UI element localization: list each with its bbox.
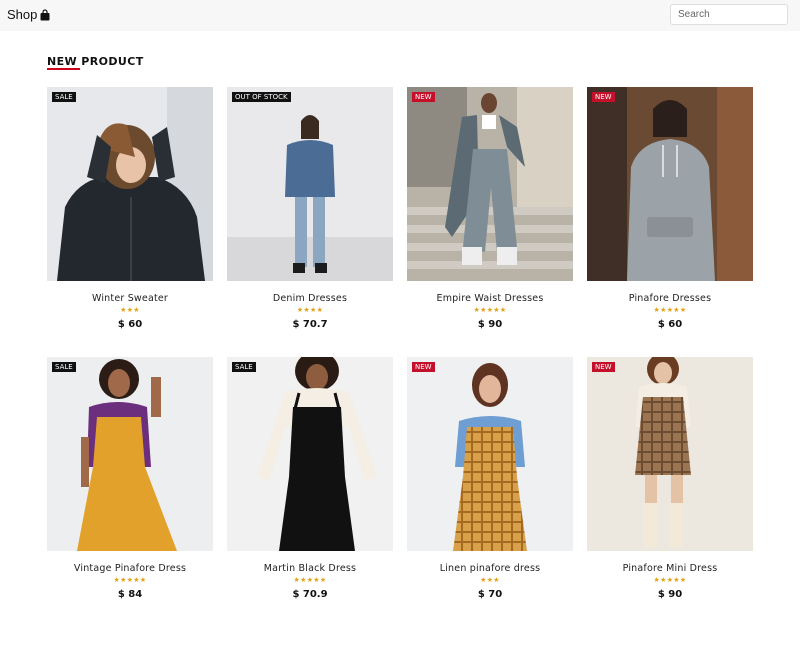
- rating-stars: ★★★★★: [653, 307, 687, 314]
- product-name[interactable]: Empire Waist Dresses: [407, 293, 573, 304]
- rating-stars: ★★★: [120, 307, 140, 314]
- woman-grey-hoodie-photo[interactable]: [587, 87, 753, 281]
- shopping-bag-icon: [40, 8, 50, 21]
- product-price: $ 70: [477, 589, 503, 600]
- product-price: $ 60: [657, 319, 683, 330]
- search-input[interactable]: [670, 4, 788, 25]
- product-price: $ 70.9: [292, 589, 328, 600]
- product-price: $ 90: [657, 589, 683, 600]
- woman-grey-suit-on-stairs-photo[interactable]: [407, 87, 573, 281]
- product-name[interactable]: Martin Black Dress: [227, 563, 393, 574]
- product-card[interactable]: SALE Vintage Pinafore Dress ★★★★★ $ 84: [47, 357, 213, 600]
- product-card[interactable]: SALE Martin Black Dress ★★★★★ $ 70.9: [227, 357, 393, 600]
- product-card[interactable]: SALE Winter Sweater ★★★ $ 60: [47, 87, 213, 330]
- product-name[interactable]: Linen pinafore dress: [407, 563, 573, 574]
- brand-logo-link[interactable]: Shop: [7, 7, 50, 22]
- product-name[interactable]: Pinafore Mini Dress: [587, 563, 753, 574]
- rating-stars: ★★★★★: [473, 307, 507, 314]
- section-title-underline: [47, 68, 80, 70]
- product-badge: NEW: [412, 362, 435, 372]
- product-badge: NEW: [592, 92, 615, 102]
- product-price: $ 90: [477, 319, 503, 330]
- section-title: NEW PRODUCT: [47, 55, 144, 68]
- product-badge: NEW: [412, 92, 435, 102]
- woman-brown-plaid-mini-photo[interactable]: [587, 357, 753, 551]
- woman-black-winter-jacket-photo[interactable]: [47, 87, 213, 281]
- rating-stars: ★★★: [480, 577, 500, 584]
- woman-denim-puffer-jacket-photo[interactable]: [227, 87, 393, 281]
- top-navbar: Shop: [0, 0, 800, 31]
- product-price: $ 70.7: [292, 319, 328, 330]
- product-card[interactable]: OUT OF STOCK Denim Dresses ★★★★ $ 70.7: [227, 87, 393, 330]
- product-name[interactable]: Pinafore Dresses: [587, 293, 753, 304]
- product-name[interactable]: Denim Dresses: [227, 293, 393, 304]
- product-price: $ 84: [117, 589, 143, 600]
- woman-black-pinafore-photo[interactable]: [227, 357, 393, 551]
- product-grid: SALE Winter Sweater ★★★ $ 60 OUT OF STOC…: [47, 87, 753, 600]
- product-badge: NEW: [592, 362, 615, 372]
- product-badge: SALE: [52, 92, 76, 102]
- product-card[interactable]: NEW Empire Waist Dresses ★★★★★ $ 90: [407, 87, 573, 330]
- rating-stars: ★★★★★: [113, 577, 147, 584]
- product-card[interactable]: NEW Linen pinafore dress ★★★ $ 70: [407, 357, 573, 600]
- rating-stars: ★★★★★: [293, 577, 327, 584]
- product-card[interactable]: NEW Pinafore Mini Dress ★★★★★ $ 90: [587, 357, 753, 600]
- product-badge: SALE: [232, 362, 256, 372]
- product-badge: OUT OF STOCK: [232, 92, 291, 102]
- rating-stars: ★★★★★: [653, 577, 687, 584]
- brand-name: Shop: [7, 7, 38, 22]
- product-price: $ 60: [117, 319, 143, 330]
- product-name[interactable]: Vintage Pinafore Dress: [47, 563, 213, 574]
- woman-mustard-pinafore-photo[interactable]: [47, 357, 213, 551]
- rating-stars: ★★★★: [296, 307, 324, 314]
- product-card[interactable]: NEW Pinafore Dresses ★★★★★ $ 60: [587, 87, 753, 330]
- product-badge: SALE: [52, 362, 76, 372]
- product-name[interactable]: Winter Sweater: [47, 293, 213, 304]
- woman-plaid-pinafore-photo[interactable]: [407, 357, 573, 551]
